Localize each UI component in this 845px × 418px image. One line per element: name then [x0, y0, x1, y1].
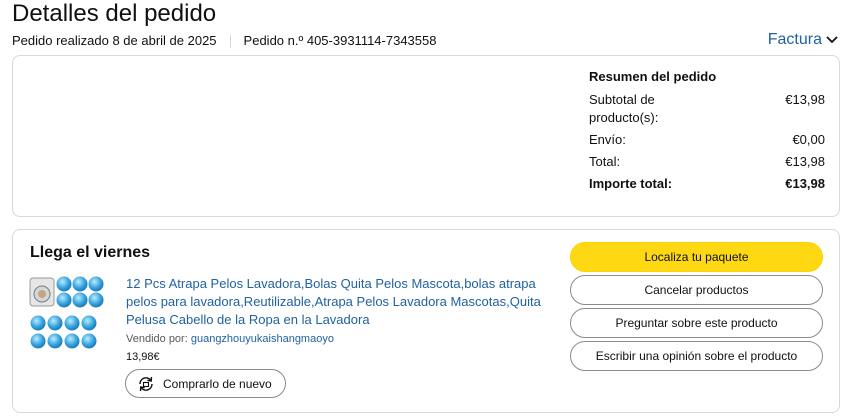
- summary-row: Envío: €0,00: [589, 131, 825, 149]
- product-title-link[interactable]: 12 Pcs Atrapa Pelos Lavadora,Bolas Quita…: [126, 275, 541, 329]
- invoice-label: Factura: [767, 31, 822, 48]
- meta-divider: [229, 34, 231, 48]
- product-price: 13,98€: [126, 351, 160, 363]
- order-summary-card: Resumen del pedido Subtotal de producto(…: [12, 55, 840, 217]
- summary-row-value: €13,98: [785, 154, 825, 169]
- refresh-icon: [136, 374, 156, 394]
- grand-total-label: Importe total:: [589, 176, 673, 191]
- summary-row-label: Envío:: [589, 132, 626, 147]
- grand-total-value: €13,98: [785, 176, 825, 191]
- product-image[interactable]: [29, 275, 111, 357]
- invoice-dropdown[interactable]: Factura: [768, 31, 838, 49]
- summary-row-label: Subtotal de producto(s):: [589, 92, 659, 125]
- buy-again-label: Comprarlo de nuevo: [163, 376, 272, 391]
- order-summary: Resumen del pedido Subtotal de producto(…: [589, 68, 825, 197]
- seller-prefix: Vendido por:: [126, 333, 188, 345]
- order-number: Pedido n.º 405-3931114-7343558: [243, 33, 437, 48]
- shipment-card: Llega el viernes 12 Pcs Atrapa Pelos Lav…: [12, 229, 840, 413]
- summary-heading: Resumen del pedido: [589, 69, 717, 84]
- delivery-status: Llega el viernes: [30, 244, 151, 261]
- order-meta: Pedido realizado 8 de abril de 2025 Pedi…: [12, 33, 436, 49]
- summary-row: Subtotal de producto(s): €13,98: [589, 91, 825, 127]
- summary-row-value: €0,00: [792, 132, 825, 147]
- buy-again-button[interactable]: Comprarlo de nuevo: [125, 369, 286, 398]
- summary-row: Total: €13,98: [589, 153, 825, 171]
- chevron-down-icon: [826, 36, 838, 44]
- cancel-items-button[interactable]: Cancelar productos: [570, 275, 823, 305]
- summary-grand-total: Importe total: €13,98: [589, 175, 825, 193]
- summary-row-value: €13,98: [785, 92, 825, 107]
- track-package-button[interactable]: Localiza tu paquete: [570, 242, 823, 272]
- page-title: Detalles del pedido: [12, 0, 217, 27]
- seller-link[interactable]: guangzhouyukaishangmaoyo: [191, 333, 334, 345]
- write-review-button[interactable]: Escribir una opinión sobre el producto: [570, 341, 823, 371]
- seller-line: Vendido por: guangzhouyukaishangmaoyo: [126, 332, 334, 346]
- ask-product-question-button[interactable]: Preguntar sobre este producto: [570, 308, 823, 338]
- summary-row-label: Total:: [589, 154, 621, 169]
- order-date: Pedido realizado 8 de abril de 2025: [12, 33, 217, 48]
